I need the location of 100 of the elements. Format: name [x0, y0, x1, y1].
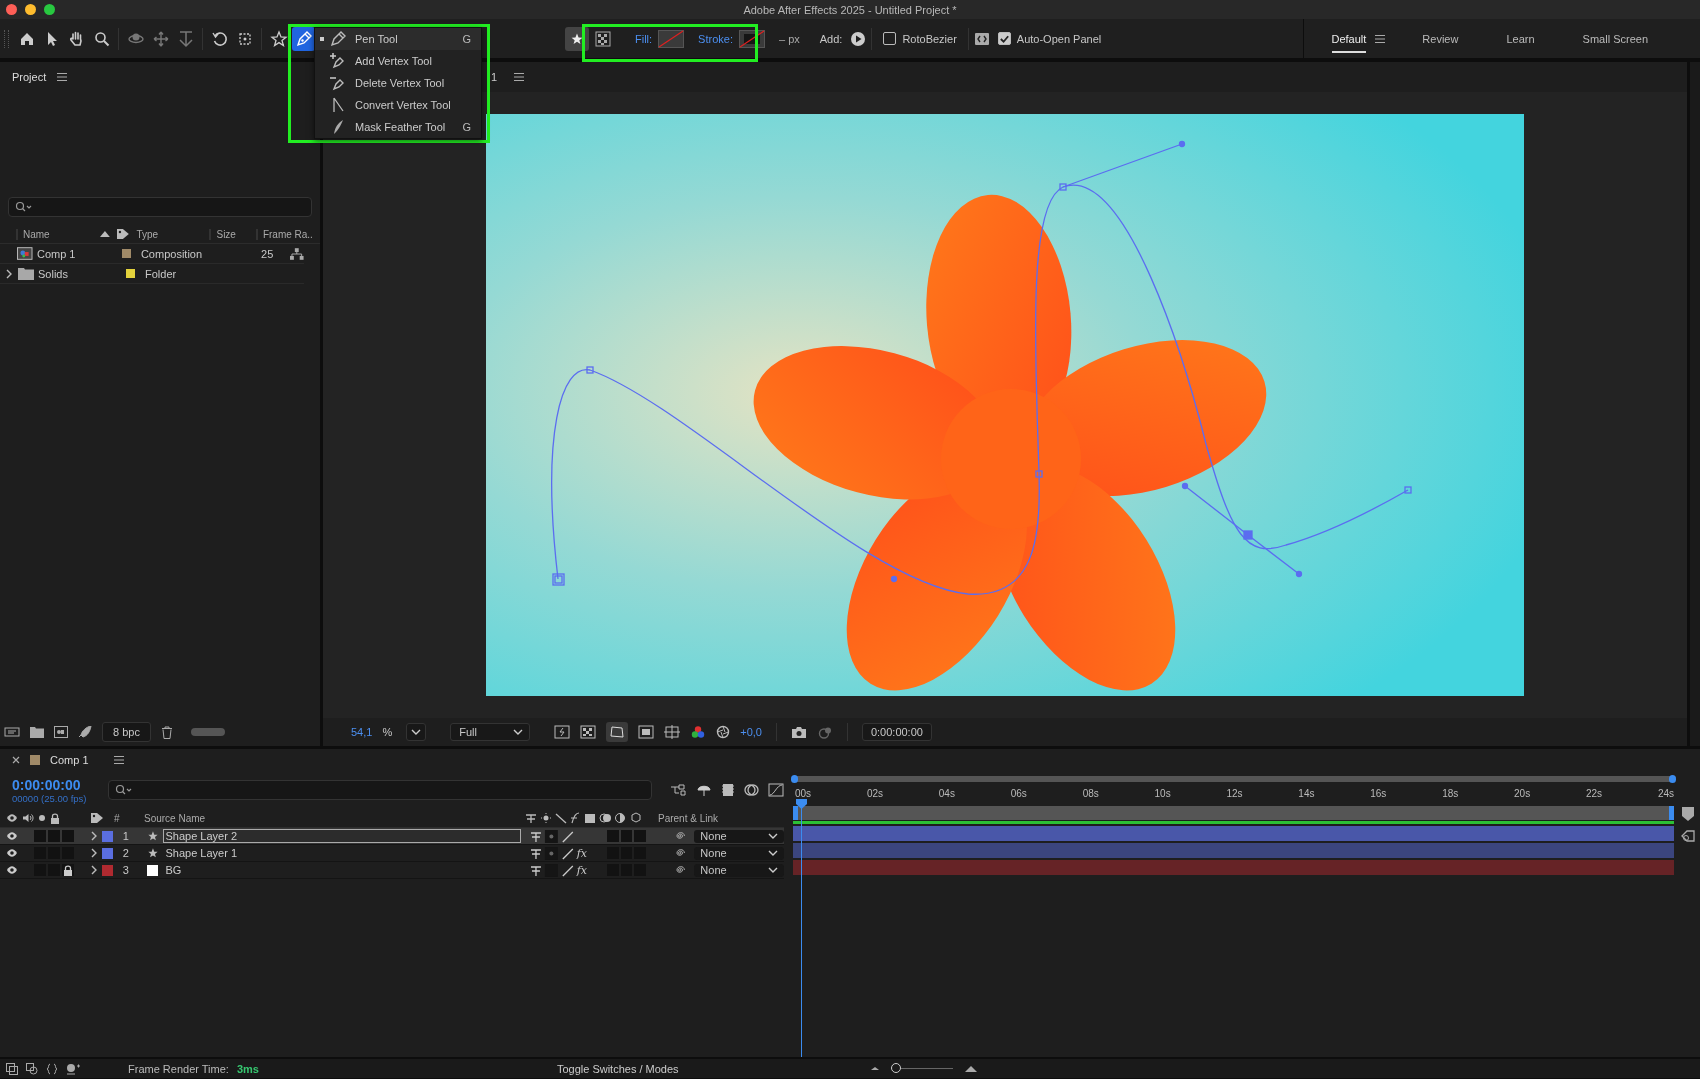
menu-icon[interactable] — [56, 72, 69, 82]
rotobezier-checkbox[interactable] — [883, 32, 897, 45]
label-swatch[interactable] — [101, 830, 113, 842]
brackets-icon[interactable] — [46, 1062, 58, 1075]
switch-toggle[interactable] — [620, 830, 633, 842]
menu-item[interactable]: Convert Vertex Tool — [315, 94, 481, 116]
exposure-value[interactable]: +0,0 — [740, 726, 762, 738]
checkerboard-icon[interactable] — [595, 30, 611, 47]
grid-icon[interactable] — [664, 725, 681, 739]
effects-switch[interactable]: fx — [576, 846, 591, 860]
flowchart-icon[interactable] — [290, 247, 304, 260]
zoom-in-icon[interactable] — [964, 1065, 977, 1072]
pick-whip-icon[interactable] — [674, 830, 687, 842]
stroke-width-value[interactable]: – px — [778, 32, 800, 45]
eye-icon[interactable] — [6, 865, 18, 875]
lock-toggle[interactable] — [61, 830, 74, 842]
column-header[interactable]: Parent & Link — [658, 812, 719, 824]
solo-toggle[interactable] — [47, 830, 60, 842]
panel-icon[interactable] — [973, 30, 990, 47]
column-header[interactable]: Type — [131, 228, 206, 240]
menu-item[interactable]: Pen Tool G — [315, 28, 481, 50]
navigator-end-handle[interactable] — [1669, 775, 1676, 783]
layers-icon[interactable] — [6, 1062, 18, 1075]
eye-icon[interactable] — [6, 848, 18, 858]
menu-item[interactable]: Mask Feather Tool G — [315, 116, 481, 138]
folder-icon[interactable] — [30, 726, 44, 738]
sort-arrow-icon[interactable] — [99, 231, 110, 237]
safe-area-icon[interactable] — [638, 725, 655, 739]
column-header[interactable]: Source Name — [144, 812, 524, 824]
slider-thumb[interactable] — [891, 1063, 902, 1073]
color-channels-icon[interactable] — [690, 725, 707, 739]
layer-row[interactable]: 2 Shape Layer 1 fx None — [0, 845, 784, 862]
layer-row[interactable]: 1 Shape Layer 2 None — [0, 828, 784, 845]
graph-editor-icon[interactable] — [768, 783, 784, 797]
audio-toggle[interactable] — [33, 830, 46, 842]
menu-icon[interactable] — [112, 755, 125, 765]
lock-icon[interactable] — [50, 812, 60, 824]
parent-dropdown[interactable]: None — [694, 829, 784, 843]
label-swatch[interactable] — [101, 847, 113, 859]
navigator-start-handle[interactable] — [791, 775, 798, 783]
fast-preview-icon[interactable] — [554, 725, 571, 739]
zoom-dropdown[interactable] — [406, 723, 427, 741]
column-header[interactable]: Name — [16, 228, 100, 240]
shape-star-button[interactable] — [565, 26, 589, 51]
timecode-field[interactable]: 0:00:00:00 — [861, 723, 932, 741]
reset-exposure-icon[interactable] — [716, 725, 731, 739]
layer-name[interactable]: BG — [162, 863, 521, 877]
motion-blur-icon[interactable] — [744, 783, 760, 797]
pick-whip-icon[interactable] — [674, 864, 687, 876]
toggle-switches-modes-button[interactable]: Toggle Switches / Modes — [556, 1062, 679, 1075]
parent-dropdown[interactable]: None — [694, 863, 784, 877]
menu-icon[interactable] — [1374, 33, 1387, 44]
zoom-value[interactable]: 54,1 — [351, 726, 373, 738]
workspace-tab[interactable]: Learn — [1506, 24, 1535, 53]
solo-icon[interactable] — [38, 813, 46, 823]
fill-swatch[interactable] — [658, 29, 685, 48]
layer-row[interactable]: 3 BG fx None — [0, 862, 784, 879]
minimize-window-button[interactable] — [25, 4, 36, 15]
label-swatch[interactable] — [101, 864, 113, 876]
frame-blending-icon[interactable] — [720, 783, 736, 797]
workspace-tab[interactable]: Review — [1422, 24, 1459, 53]
render-icon[interactable] — [66, 1062, 80, 1075]
close-icon[interactable] — [12, 756, 20, 764]
play-icon[interactable] — [850, 30, 867, 47]
switch-toggle[interactable] — [634, 830, 647, 842]
tag-icon[interactable] — [115, 228, 130, 240]
current-time[interactable]: 0:00:00:00 — [12, 776, 98, 793]
auto-open-panel-checkbox[interactable] — [997, 32, 1011, 45]
lock-toggle[interactable] — [61, 864, 74, 876]
effects-switch[interactable]: fx — [576, 863, 591, 877]
label-swatch[interactable] — [126, 269, 135, 278]
search-field[interactable] — [107, 780, 652, 800]
tag-icon[interactable] — [90, 812, 104, 824]
mask-visibility-button[interactable] — [606, 722, 629, 742]
bit-depth-button[interactable]: 8 bpc — [102, 722, 151, 742]
shy-layers-icon[interactable] — [696, 783, 712, 797]
switch-toggle[interactable] — [606, 830, 619, 842]
composition-flowchart-icon[interactable] — [670, 783, 688, 797]
playhead-handle-icon[interactable] — [796, 799, 807, 809]
project-item-name[interactable]: Comp 1 — [36, 247, 123, 260]
layer-name[interactable]: Shape Layer 2 — [162, 829, 521, 843]
column-header[interactable]: Frame Ra.. — [255, 228, 320, 240]
label-swatch[interactable] — [122, 249, 131, 258]
zoom-out-icon[interactable] — [870, 1066, 879, 1071]
workspace-tab[interactable]: Small Screen — [1582, 24, 1648, 53]
tag-icon[interactable] — [1680, 829, 1696, 843]
interpret-footage-icon[interactable] — [4, 726, 20, 738]
camera-icon[interactable] — [790, 725, 807, 739]
workspace-tab[interactable]: Default — [1331, 24, 1367, 53]
trash-icon[interactable] — [160, 725, 173, 739]
menu-item[interactable]: Add Vertex Tool — [315, 50, 481, 72]
menu-icon[interactable] — [513, 72, 526, 82]
pick-whip-icon[interactable] — [674, 847, 687, 859]
resolution-dropdown[interactable]: Full — [450, 723, 531, 741]
panel-title[interactable]: Project — [12, 71, 47, 83]
menu-item[interactable]: Delete Vertex Tool — [315, 72, 481, 94]
search-field[interactable] — [8, 197, 312, 217]
blend-icon[interactable] — [26, 1062, 38, 1075]
viewer-tab[interactable]: 1 — [491, 71, 498, 83]
checkerboard-icon[interactable] — [580, 725, 597, 739]
